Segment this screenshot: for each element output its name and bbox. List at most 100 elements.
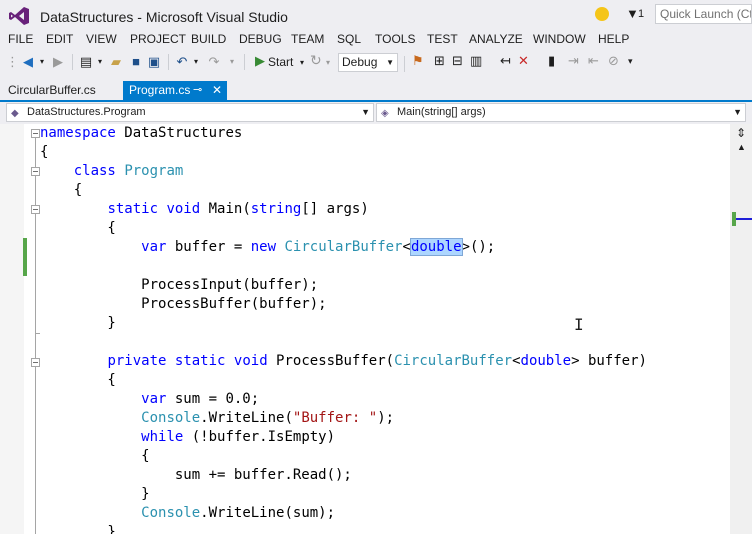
start-button[interactable]: Start <box>268 55 293 69</box>
window-title: DataStructures - Microsoft Visual Studio <box>40 9 288 25</box>
bookmark-next-icon[interactable]: ⇥ <box>568 53 579 69</box>
save-icon[interactable]: ■ <box>128 50 144 74</box>
scrollbar-caret-marker <box>736 218 752 220</box>
toolbox-icon[interactable]: ▥ <box>470 53 482 69</box>
code-line-20: } <box>40 486 150 502</box>
code-editor[interactable]: namespace DataStructures { class Program… <box>0 124 730 534</box>
start-dropdown-icon[interactable]: ▾ <box>300 53 304 73</box>
configuration-value: Debug <box>342 55 378 69</box>
solution-explorer-icon[interactable]: ⊞ <box>434 53 445 69</box>
close-icon[interactable]: ✕ <box>212 81 222 100</box>
code-line-22: } <box>40 524 116 534</box>
menu-analyze[interactable]: ANALYZE <box>469 32 523 46</box>
code-line-14: { <box>40 372 116 388</box>
collapse-class-icon[interactable] <box>31 167 40 176</box>
code-line-4: { <box>40 182 83 198</box>
menu-bar: FILE EDIT VIEW PROJECT BUILD DEBUG TEAM … <box>0 32 752 48</box>
redo-icon[interactable]: ↷ <box>206 50 222 74</box>
menu-file[interactable]: FILE <box>8 32 33 46</box>
refresh-icon[interactable]: ↻ <box>310 52 322 69</box>
bookmark-icon[interactable]: ▮ <box>548 53 555 69</box>
code-line-21: Console.WriteLine(sum); <box>141 505 336 521</box>
save-all-icon[interactable]: ▣ <box>146 50 162 74</box>
menu-help[interactable]: HELP <box>598 32 629 46</box>
document-tab-strip <box>0 80 752 102</box>
code-line-16: Console.WriteLine("Buffer: "); <box>141 410 395 426</box>
menu-tools[interactable]: TOOLS <box>375 32 415 46</box>
split-window-icon[interactable]: ⇕ <box>736 126 746 140</box>
bookmark-previous-icon[interactable]: ⇤ <box>588 53 599 69</box>
properties-icon[interactable]: ⊟ <box>452 53 463 69</box>
notification-count: 1 <box>638 8 645 20</box>
code-line-3: class Program <box>73 163 184 179</box>
bookmark-prev-icon[interactable]: ↤ <box>500 53 511 69</box>
vertical-scrollbar[interactable] <box>730 124 752 534</box>
collapse-main-method-icon[interactable] <box>31 205 40 214</box>
undo-icon[interactable]: ↶ <box>174 50 190 74</box>
namespace-name: DataStructures <box>124 125 243 141</box>
quick-launch-input[interactable]: Quick Launch (Ctrl+Q) <box>655 4 752 24</box>
pin-icon[interactable]: ⊸ <box>193 81 202 100</box>
code-line-5: static void Main(string[] args) <box>107 201 369 217</box>
solution-configuration-select[interactable]: Debug ▼ <box>338 53 398 72</box>
toolbar-grip-icon: ⋮ <box>6 54 19 69</box>
code-line-2: { <box>40 144 49 160</box>
code-line-7: var buffer = new CircularBuffer<double>(… <box>141 238 496 256</box>
find-in-files-icon[interactable]: ⚑ <box>412 53 424 69</box>
code-line-18: { <box>40 448 150 464</box>
bookmark-clear-icon[interactable]: ✕ <box>518 53 529 69</box>
method-icon: ◈ <box>381 108 389 119</box>
navigate-forward-icon[interactable]: ▶ <box>50 50 66 74</box>
member-selector-value: Main(string[] args) <box>397 106 486 118</box>
chevron-down-icon: ▼ <box>361 107 370 117</box>
visual-studio-logo-icon <box>9 7 29 25</box>
undo-dropdown-icon[interactable]: ▾ <box>192 50 200 74</box>
collapse-processbuffer-method-icon[interactable] <box>31 358 40 367</box>
redo-dropdown-icon[interactable]: ▾ <box>228 50 236 74</box>
tab-program-label: Program.cs <box>129 83 191 97</box>
menu-team[interactable]: TEAM <box>291 32 324 46</box>
bookmark-disable-icon[interactable]: ⊘ <box>608 53 619 69</box>
menu-window[interactable]: WINDOW <box>533 32 586 46</box>
toolbar-separator <box>244 54 245 70</box>
notification-flag-icon[interactable]: ▼ <box>626 6 639 21</box>
refresh-dropdown-icon[interactable]: ▾ <box>326 53 330 73</box>
code-line-6: { <box>40 220 116 236</box>
selected-text: double <box>409 238 463 256</box>
tab-circularbuffer[interactable]: CircularBuffer.cs <box>0 81 104 100</box>
menu-debug[interactable]: DEBUG <box>239 32 282 46</box>
change-tracking-marker <box>23 238 27 276</box>
new-project-icon[interactable]: ▤ <box>78 50 94 74</box>
menu-sql[interactable]: SQL <box>337 32 361 46</box>
code-line-17: while (!buffer.IsEmpty) <box>141 429 336 445</box>
open-file-icon[interactable]: ▰ <box>108 50 124 74</box>
chevron-down-icon: ▼ <box>733 107 742 117</box>
menu-test[interactable]: TEST <box>427 32 458 46</box>
start-play-icon[interactable]: ▶ <box>255 53 265 69</box>
code-line-19: sum += buffer.Read(); <box>40 467 352 483</box>
menu-view[interactable]: VIEW <box>86 32 117 46</box>
code-line-1: namespace DataStructures <box>40 125 243 141</box>
collapse-namespace-icon[interactable] <box>31 129 40 138</box>
ibeam-cursor-icon: I <box>574 315 584 334</box>
member-selector-dropdown[interactable]: ◈ Main(string[] args) ▼ <box>376 103 746 122</box>
type-selector-value: DataStructures.Program <box>27 106 146 118</box>
scroll-up-icon[interactable]: ▲ <box>737 142 746 152</box>
new-project-dropdown-icon[interactable]: ▾ <box>96 50 104 74</box>
toolbar-separator <box>404 56 405 72</box>
code-line-9: ProcessInput(buffer); <box>40 277 319 293</box>
toolbar-separator <box>72 54 73 70</box>
type-selector-dropdown[interactable]: ◆ DataStructures.Program ▼ <box>6 103 374 122</box>
menu-edit[interactable]: EDIT <box>46 32 73 46</box>
feedback-smiley-icon[interactable] <box>595 7 609 21</box>
code-line-15: var sum = 0.0; <box>141 391 260 407</box>
menu-build[interactable]: BUILD <box>191 32 226 46</box>
navigate-back-icon[interactable]: ◀ <box>20 50 36 74</box>
outline-guide <box>35 138 36 534</box>
back-dropdown-icon[interactable]: ▾ <box>38 50 46 74</box>
outline-end <box>35 333 40 334</box>
code-line-13: private static void ProcessBuffer(Circul… <box>107 353 647 369</box>
toolbar-overflow-icon[interactable]: ▾ <box>628 56 633 67</box>
menu-project[interactable]: PROJECT <box>130 32 186 46</box>
code-line-11: } <box>40 315 116 331</box>
